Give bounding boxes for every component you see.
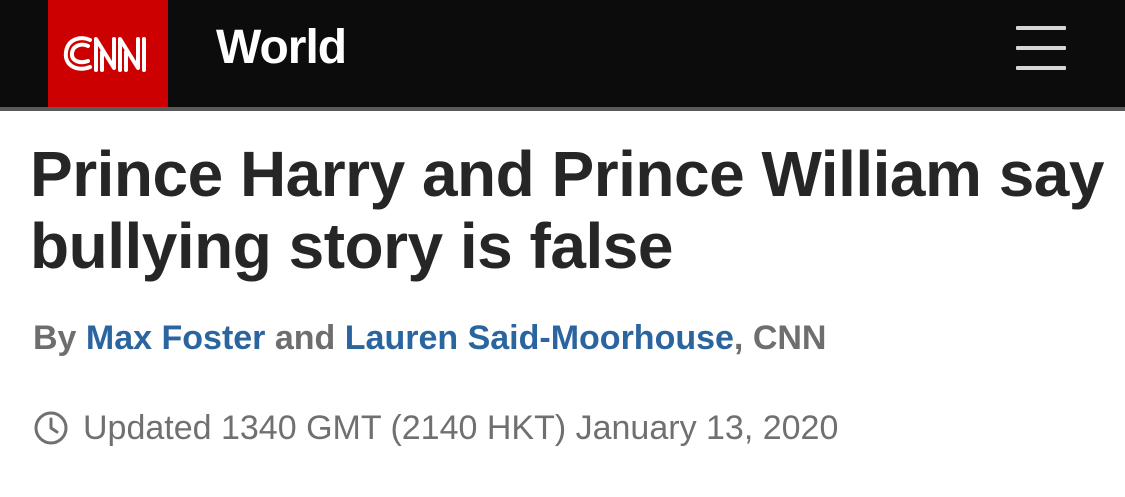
cnn-logo[interactable] [48, 0, 168, 107]
author-link-max-foster[interactable]: Max Foster [86, 319, 266, 357]
byline-prefix: By [33, 319, 77, 357]
byline-conjunction: and [274, 319, 336, 357]
article-byline: By Max Foster and Lauren Said-Moorhouse,… [33, 316, 826, 360]
byline-suffix: , CNN [733, 319, 827, 357]
clock-icon [34, 411, 68, 445]
header-divider [0, 107, 1125, 111]
top-navigation-bar: World [0, 0, 1125, 107]
article-timestamp: Updated 1340 GMT (2140 HKT) January 13, … [33, 406, 838, 450]
author-link-lauren-said-moorhouse[interactable]: Lauren Said-Moorhouse [345, 319, 734, 357]
updated-text: Updated 1340 GMT (2140 HKT) January 13, … [83, 408, 839, 447]
cnn-logo-mark-icon [63, 35, 146, 72]
article-headline: Prince Harry and Prince William say bull… [30, 138, 1104, 282]
section-title[interactable]: World [216, 18, 347, 78]
menu-button[interactable] [1006, 20, 1076, 76]
